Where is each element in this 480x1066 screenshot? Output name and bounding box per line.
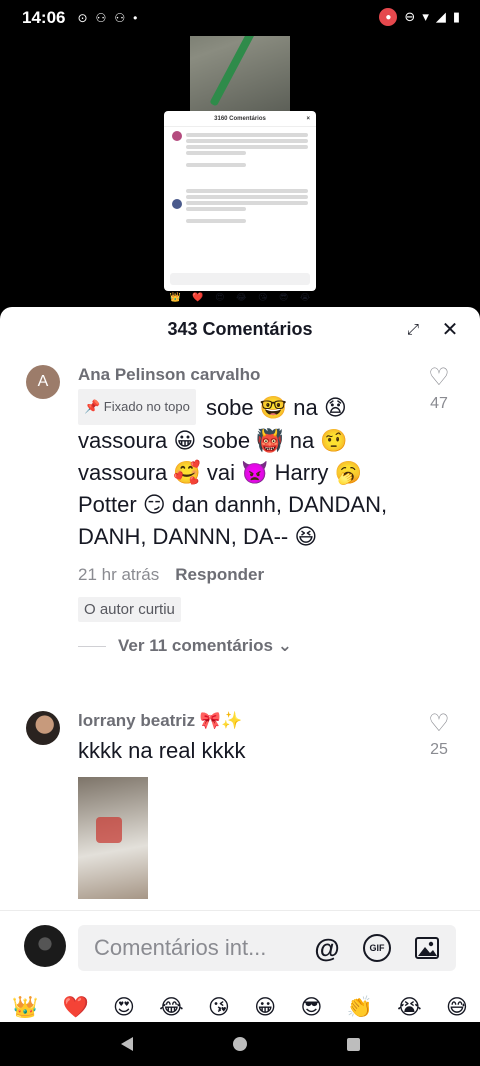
comments-count-title: 343 Comentários xyxy=(167,318,313,339)
heart-icon[interactable]: ♡ xyxy=(424,711,454,737)
system-icons: ● ⊖ ▾ ◢ ▮ xyxy=(379,8,460,26)
status-bar: 14:06 ⊙ ⚇ ⚇ • ● ⊖ ▾ ◢ ▮ xyxy=(0,0,480,36)
status-time: 14:06 xyxy=(22,8,66,27)
navigation-bar xyxy=(0,1022,480,1066)
image-button[interactable] xyxy=(412,933,442,963)
heart-icon[interactable]: ♡ xyxy=(424,365,454,391)
comment-text[interactable]: kkkk na real kkkk xyxy=(78,735,408,767)
recents-icon[interactable] xyxy=(346,1037,360,1051)
wifi-icon: ▾ xyxy=(422,9,429,24)
comment-input[interactable] xyxy=(94,935,304,961)
back-icon[interactable] xyxy=(120,1037,133,1051)
emoji-button[interactable]: 😅 xyxy=(446,993,468,1023)
emoji-button[interactable]: 😎 xyxy=(300,993,322,1023)
comment-time: 21 hr atrás xyxy=(78,565,160,584)
emoji-button[interactable]: 👏 xyxy=(347,993,373,1023)
comment-image[interactable] xyxy=(78,777,148,899)
background-video: 3160 Comentários × 👑 ❤️ 😍 😂 😘 😎 😭 xyxy=(0,0,480,320)
emoji-button[interactable]: 😭 xyxy=(397,993,422,1023)
screen-record-icon: ● xyxy=(379,8,398,26)
home-icon[interactable] xyxy=(232,1037,247,1051)
comment-body: lorrany beatriz 🎀✨ kkkk na real kkkk xyxy=(78,711,408,899)
comment-input-bar: @ GIF xyxy=(0,910,480,980)
notification-icon: • xyxy=(133,11,138,25)
avatar[interactable] xyxy=(26,711,60,745)
vibrate-icon: ⊖ xyxy=(404,9,416,24)
avatar[interactable]: A xyxy=(26,365,60,399)
mini-comments-preview: 3160 Comentários × xyxy=(164,111,316,291)
like-column: ♡ 25 xyxy=(424,711,454,759)
divider xyxy=(78,645,106,647)
view-replies-button[interactable]: Ver 11 comentários ⌄ xyxy=(78,636,408,656)
emoji-button[interactable]: 👑 xyxy=(12,993,38,1023)
comment-username[interactable]: Ana Pelinson carvalho xyxy=(78,365,408,385)
notification-icons: ⊙ ⚇ ⚇ • xyxy=(77,11,137,25)
comment-text[interactable]: 📌 Fixado no topo sobe 🤓 na 😧 vassoura 😀 … xyxy=(78,389,408,553)
view-replies-label: Ver 11 comentários ⌄ xyxy=(118,636,292,655)
gif-icon: GIF xyxy=(363,934,391,962)
comment-meta: 21 hr atrás Responder xyxy=(78,565,408,585)
emoji-quick-row: 👑 ❤️ 😍 😂 😘 😀 😎 👏 😭 😅 xyxy=(0,993,480,1023)
avatar-letter: A xyxy=(37,373,49,390)
emoji-button[interactable]: 😘 xyxy=(208,993,230,1023)
image-icon xyxy=(415,937,439,959)
mini-emoji-row: 👑 ❤️ 😍 😂 😘 😎 😭 xyxy=(169,292,311,302)
gif-button[interactable]: GIF xyxy=(362,933,392,963)
notification-icon: ⊙ xyxy=(77,11,88,25)
notification-icon: ⚇ xyxy=(114,11,126,25)
comment-input-box[interactable]: @ GIF xyxy=(78,925,456,971)
emoji-button[interactable]: 😂 xyxy=(159,993,184,1023)
like-column: ♡ 47 xyxy=(424,365,454,413)
sheet-header: 343 Comentários ⤢ ✕ xyxy=(0,307,480,351)
emoji-button[interactable]: ❤️ xyxy=(62,993,88,1023)
battery-icon: ▮ xyxy=(452,9,460,24)
reply-button[interactable]: Responder xyxy=(175,565,264,585)
emoji-button[interactable]: 😍 xyxy=(113,993,135,1023)
my-avatar[interactable] xyxy=(24,925,66,967)
pinned-badge: 📌 Fixado no topo xyxy=(78,389,196,425)
expand-icon[interactable]: ⤢ xyxy=(404,320,422,338)
notification-icon: ⚇ xyxy=(95,11,107,25)
author-liked-badge: O autor curtiu xyxy=(78,597,181,622)
like-count: 47 xyxy=(430,395,448,412)
mention-button[interactable]: @ xyxy=(312,933,342,963)
close-icon[interactable]: ✕ xyxy=(438,317,462,341)
signal-icon: ◢ xyxy=(435,9,446,24)
emoji-button[interactable]: 😀 xyxy=(254,993,276,1023)
comment-body: Ana Pelinson carvalho 📌 Fixado no topo s… xyxy=(78,365,408,656)
comment-username[interactable]: lorrany beatriz 🎀✨ xyxy=(78,711,408,731)
like-count: 25 xyxy=(430,741,448,758)
